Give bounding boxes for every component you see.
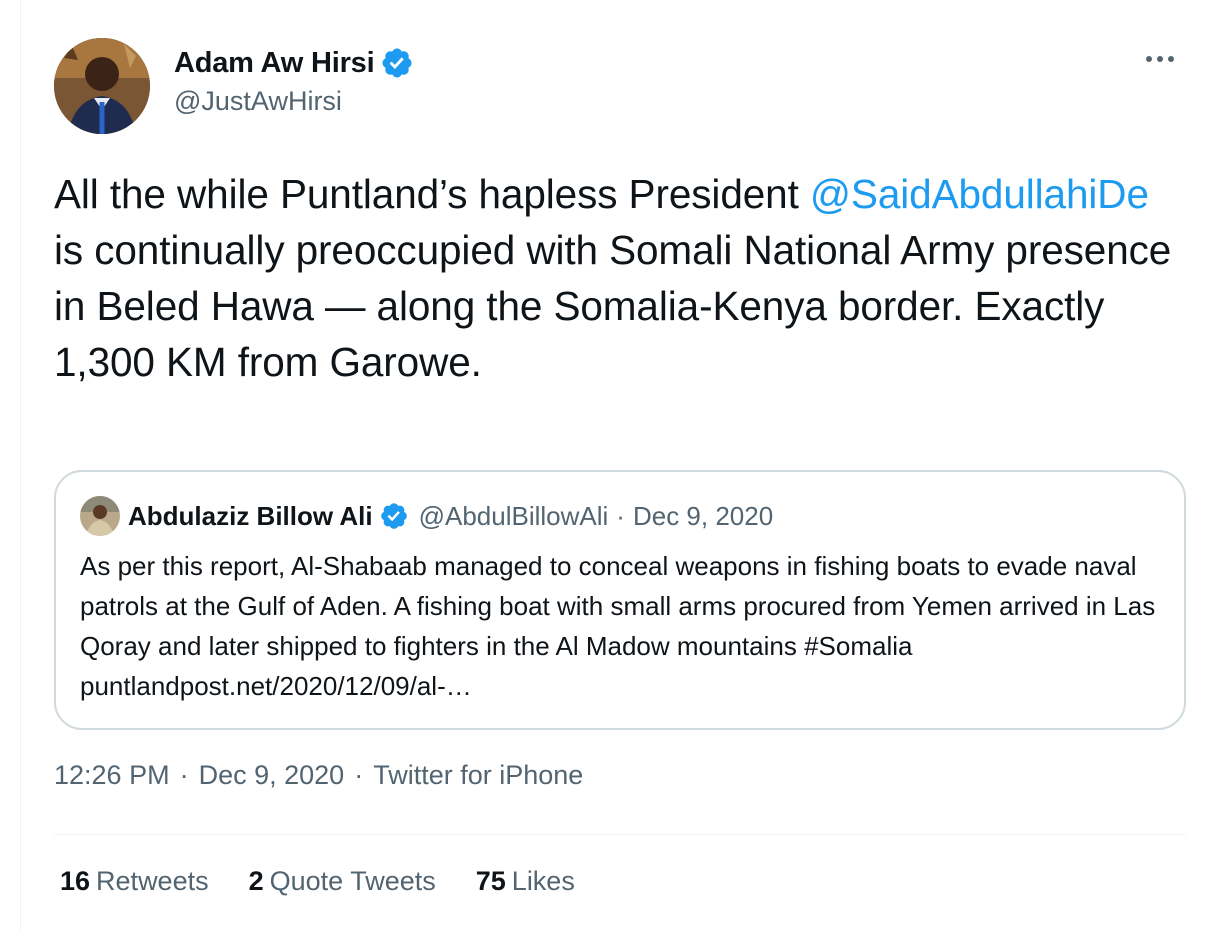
retweets-stat[interactable]: 16 Retweets [60, 866, 209, 897]
author-names: Adam Aw Hirsi @JustAwHirsi [174, 44, 414, 117]
likes-count: 75 [475, 866, 506, 896]
more-options-button[interactable] [1138, 44, 1182, 74]
retweets-label: Retweets [96, 866, 209, 896]
divider [54, 834, 1186, 835]
tweet-date[interactable]: Dec 9, 2020 [199, 760, 345, 790]
verified-badge-icon [380, 503, 407, 529]
author-handle[interactable]: @JustAwHirsi [174, 86, 414, 117]
tweet-source-link[interactable]: Twitter for iPhone [373, 760, 583, 790]
display-name-row: Adam Aw Hirsi [174, 44, 414, 82]
quoted-tweet-card[interactable]: Abdulaziz Billow Ali @AbdulBillowAli · D… [54, 470, 1186, 730]
tweet-text: All the while Puntland’s hapless Preside… [54, 166, 1186, 390]
quoted-author-handle: @AbdulBillowAli [418, 500, 609, 531]
likes-stat[interactable]: 75 Likes [476, 866, 575, 897]
retweets-count: 16 [60, 866, 91, 896]
quote-tweets-label: Quote Tweets [269, 866, 436, 896]
tweet-time[interactable]: 12:26 PM [54, 760, 170, 790]
likes-label: Likes [511, 866, 575, 896]
more-dots-icon [1146, 56, 1174, 62]
quoted-tweet-header: Abdulaziz Billow Ali @AbdulBillowAli · D… [80, 496, 773, 536]
tweet-header: Adam Aw Hirsi @JustAwHirsi [54, 38, 1186, 136]
author-display-name[interactable]: Adam Aw Hirsi [174, 47, 375, 80]
quoted-author-avatar [80, 496, 120, 536]
timeline-left-border [20, 0, 21, 930]
tweet-text-part: is continually preoccupied with Somali N… [54, 227, 1172, 385]
engagement-stats: 16 Retweets 2 Quote Tweets 75 Likes [60, 866, 615, 897]
separator-dot: · [616, 500, 625, 531]
author-avatar[interactable] [54, 38, 150, 134]
quote-tweets-count: 2 [248, 866, 264, 896]
quoted-tweet-date: Dec 9, 2020 [632, 500, 774, 531]
quote-tweets-stat[interactable]: 2 Quote Tweets [249, 866, 436, 897]
tweet-metadata: 12:26 PM · Dec 9, 2020 · Twitter for iPhone [54, 760, 583, 791]
separator-dot: · [354, 760, 364, 790]
separator-dot: · [179, 760, 189, 790]
tweet-text-part: All the while Puntland’s hapless Preside… [54, 171, 810, 217]
verified-badge-icon [382, 48, 412, 78]
quoted-tweet-text: As per this report, Al-Shabaab managed t… [80, 551, 1156, 701]
mention-link[interactable]: @SaidAbdullahiDe [810, 171, 1149, 217]
quoted-author-name: Abdulaziz Billow Ali [128, 500, 373, 531]
